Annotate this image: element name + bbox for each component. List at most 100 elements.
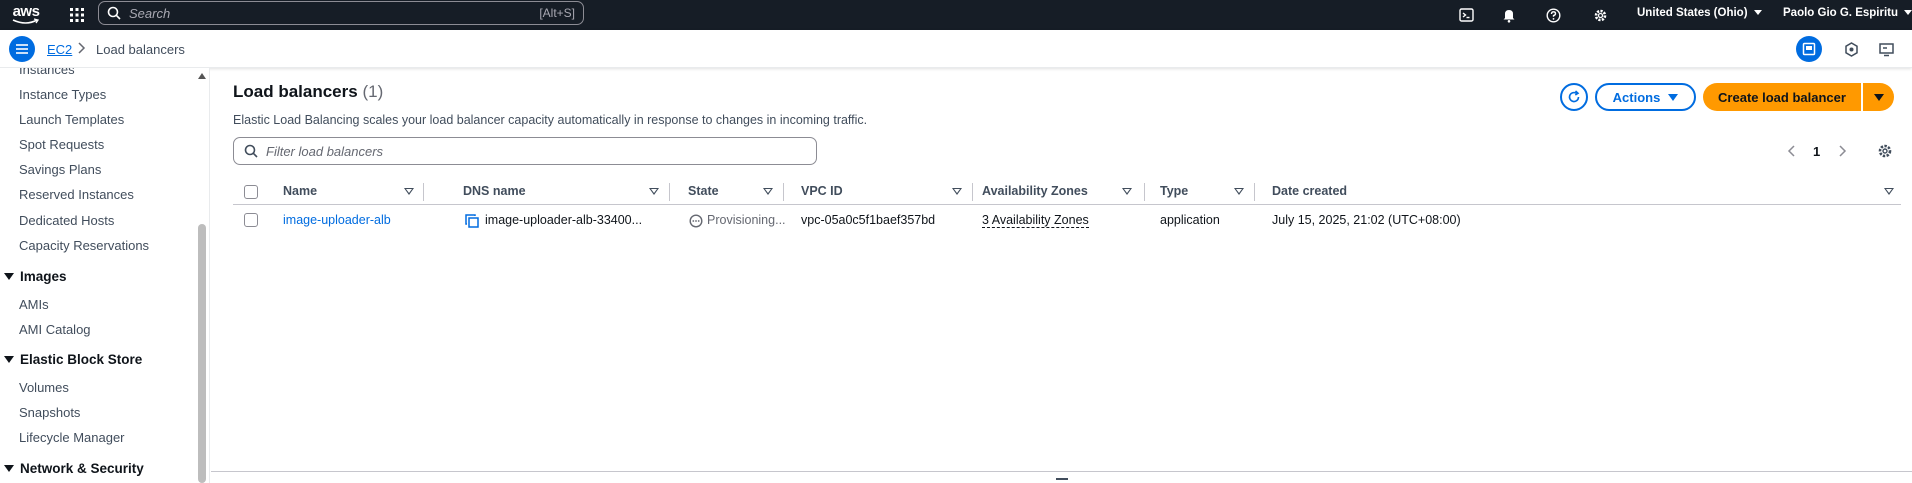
caret-down-icon	[1668, 93, 1679, 101]
column-divider[interactable]	[972, 183, 973, 201]
create-load-balancer-button[interactable]: Create load balancer	[1703, 83, 1861, 111]
monitor-icon	[1878, 42, 1894, 56]
panel-toggle-button[interactable]	[1796, 36, 1822, 62]
main-content: Load balancers (1) Elastic Load Balancin…	[211, 68, 1912, 483]
caret-down-icon	[4, 465, 14, 472]
state-status: Provisioning...	[707, 213, 786, 227]
services-menu-button[interactable]	[64, 0, 90, 30]
create-label: Create load balancer	[1718, 89, 1846, 105]
row-checkbox[interactable]	[244, 213, 258, 227]
display-settings-button[interactable]	[1873, 36, 1899, 62]
panel-icon	[1802, 42, 1816, 56]
scroll-up-arrow[interactable]	[198, 73, 206, 79]
column-header-vpc[interactable]: VPC ID	[801, 184, 843, 198]
vpc-id: vpc-05a0c5f1baef357bd	[801, 213, 936, 227]
global-search-input[interactable]: Search [Alt+S]	[98, 1, 584, 25]
sidebar-item-reserved-instances[interactable]: Reserved Instances	[19, 187, 134, 202]
breadcrumb-ec2-link[interactable]: EC2	[47, 42, 72, 57]
column-divider[interactable]	[669, 183, 670, 201]
breadcrumb-current: Load balancers	[96, 42, 185, 57]
refresh-button[interactable]	[1560, 83, 1588, 111]
search-shortcut: [Alt+S]	[539, 6, 575, 20]
sort-icon[interactable]	[404, 188, 414, 195]
sidebar-item-instances[interactable]: Instances	[19, 68, 75, 77]
sidebar-section-label: Images	[20, 269, 67, 284]
copy-icon[interactable]	[465, 214, 479, 228]
column-divider[interactable]	[1254, 183, 1255, 201]
sidebar-item-ami-catalog[interactable]: AMI Catalog	[19, 322, 91, 337]
search-placeholder: Search	[129, 5, 171, 21]
sidebar-section-images[interactable]: Images	[4, 269, 67, 284]
sort-icon[interactable]	[1234, 188, 1244, 195]
sidebar-section-label: Elastic Block Store	[20, 352, 143, 367]
select-all-checkbox[interactable]	[244, 185, 258, 199]
sidebar-item-snapshots[interactable]: Snapshots	[19, 405, 80, 420]
sort-icon[interactable]	[1884, 188, 1894, 195]
aws-logo[interactable]: aws	[2, 0, 50, 30]
filter-input-wrapper	[233, 137, 817, 165]
column-header-name[interactable]: Name	[283, 184, 317, 198]
page-title-text: Load balancers	[233, 82, 358, 101]
help-button[interactable]	[1538, 0, 1568, 30]
sidebar-section-network-security[interactable]: Network & Security	[4, 461, 144, 476]
sidebar-item-savings-plans[interactable]: Savings Plans	[19, 162, 101, 177]
notifications-button[interactable]	[1494, 0, 1524, 30]
current-page[interactable]: 1	[1813, 144, 1820, 159]
sort-icon[interactable]	[952, 188, 962, 195]
filter-input[interactable]	[266, 143, 806, 159]
gear-icon[interactable]	[1877, 143, 1893, 159]
column-divider[interactable]	[423, 183, 424, 201]
sort-icon[interactable]	[649, 188, 659, 195]
caret-down-icon	[4, 356, 14, 363]
sidebar-section-ebs[interactable]: Elastic Block Store	[4, 352, 142, 367]
column-header-date[interactable]: Date created	[1272, 184, 1347, 198]
column-header-type[interactable]: Type	[1160, 184, 1188, 198]
search-icon	[107, 6, 121, 20]
dns-name: image-uploader-alb-33400...	[485, 213, 643, 227]
availability-zones-popover[interactable]: 3 Availability Zones	[982, 213, 1089, 228]
column-header-dns[interactable]: DNS name	[463, 184, 526, 198]
column-header-state[interactable]: State	[688, 184, 719, 198]
sidebar-item-launch-templates[interactable]: Launch Templates	[19, 112, 124, 127]
user-name: Paolo Gio G. Espiritu	[1783, 6, 1899, 19]
breadcrumb-bar: EC2 Load balancers	[0, 30, 1912, 68]
sort-icon[interactable]	[1122, 188, 1132, 195]
bell-icon	[1503, 9, 1515, 23]
actions-dropdown[interactable]: Actions	[1595, 83, 1696, 111]
refresh-icon	[1568, 90, 1580, 103]
split-panel-handle[interactable]	[1056, 478, 1068, 480]
caret-down-icon	[4, 273, 14, 280]
side-navigation-toggle[interactable]	[9, 36, 35, 62]
sidebar-item-amis[interactable]: AMIs	[19, 297, 49, 312]
sort-icon[interactable]	[763, 188, 773, 195]
region-selector[interactable]: United States (Ohio)	[1637, 0, 1762, 25]
recent-button[interactable]	[1838, 36, 1864, 62]
aws-logo-text: aws	[12, 2, 40, 20]
help-icon	[1545, 7, 1561, 23]
column-header-azs[interactable]: Availability Zones	[982, 184, 1088, 198]
sidebar-item-volumes[interactable]: Volumes	[19, 380, 69, 395]
next-page-icon[interactable]	[1837, 144, 1847, 158]
create-options-dropdown[interactable]	[1863, 83, 1894, 111]
sidebar-item-instance-types[interactable]: Instance Types	[19, 87, 106, 102]
column-divider[interactable]	[1144, 183, 1145, 201]
table-row[interactable]: image-uploader-alb image-uploader-alb-33…	[233, 205, 1901, 235]
gear-icon	[1594, 9, 1606, 21]
hexagon-icon	[1844, 41, 1858, 57]
sidebar-section-label: Network & Security	[20, 461, 144, 476]
date-created: July 15, 2025, 21:02 (UTC+08:00)	[1272, 213, 1461, 227]
sidebar-item-capacity-reservations[interactable]: Capacity Reservations	[19, 238, 149, 253]
sidebar-scrollbar[interactable]	[198, 224, 206, 483]
sidebar-item-spot-requests[interactable]: Spot Requests	[19, 137, 104, 152]
lb-name-link[interactable]: image-uploader-alb	[283, 213, 391, 227]
column-divider[interactable]	[783, 183, 784, 201]
settings-button[interactable]	[1585, 0, 1615, 30]
previous-page-icon[interactable]	[1787, 144, 1797, 158]
status-pending-icon	[689, 214, 703, 228]
sidebar-item-lifecycle-manager[interactable]: Lifecycle Manager	[19, 430, 125, 445]
cloudshell-button[interactable]	[1451, 0, 1481, 30]
aws-smile-icon	[12, 17, 40, 24]
sidebar-item-dedicated-hosts[interactable]: Dedicated Hosts	[19, 213, 114, 228]
split-panel-divider	[211, 471, 1912, 472]
account-menu[interactable]: Paolo Gio G. Espiritu	[1783, 0, 1912, 25]
